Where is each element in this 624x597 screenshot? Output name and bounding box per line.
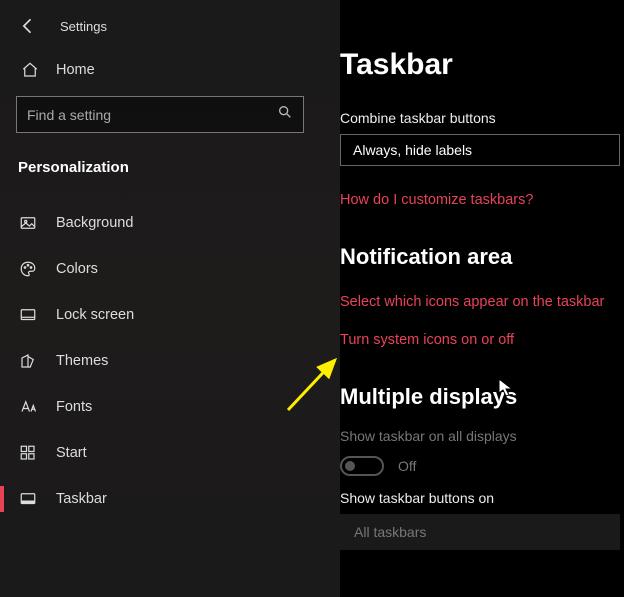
search-icon	[277, 104, 293, 125]
header-row: Settings	[0, 0, 340, 48]
show-all-toggle[interactable]	[340, 456, 384, 476]
category-title: Personalization	[0, 147, 340, 196]
sidebar-item-colors[interactable]: Colors	[0, 246, 340, 292]
show-all-label: Show taskbar on all displays	[340, 428, 624, 452]
subnav: Background Colors Lock screen	[0, 196, 340, 522]
themes-icon	[18, 351, 38, 371]
sidebar-item-fonts[interactable]: Fonts	[0, 384, 340, 430]
sidebar-label: Taskbar	[56, 491, 107, 507]
palette-icon	[18, 259, 38, 279]
notification-heading: Notification area	[340, 214, 624, 288]
nav-home[interactable]: Home	[16, 48, 324, 92]
start-icon	[18, 443, 38, 463]
system-icons-link[interactable]: Turn system icons on or off	[340, 326, 624, 354]
sidebar-label: Start	[56, 445, 87, 461]
home-nav: Home	[0, 48, 340, 92]
sidebar-label: Fonts	[56, 399, 92, 415]
fonts-icon	[18, 397, 38, 417]
page-title: Taskbar	[340, 48, 624, 110]
sidebar-item-lockscreen[interactable]: Lock screen	[0, 292, 340, 338]
sidebar-label: Lock screen	[56, 307, 134, 323]
picture-icon	[18, 213, 38, 233]
main-panel: Taskbar Combine taskbar buttons Always, …	[340, 0, 624, 597]
toggle-state: Off	[398, 458, 416, 474]
search-wrap	[0, 92, 340, 147]
combine-value: Always, hide labels	[353, 142, 472, 158]
search-box[interactable]	[16, 96, 304, 133]
select-icons-link[interactable]: Select which icons appear on the taskbar	[340, 288, 624, 316]
sidebar-item-taskbar[interactable]: Taskbar	[0, 476, 340, 522]
combine-dropdown[interactable]: Always, hide labels	[340, 134, 620, 166]
show-buttons-value: All taskbars	[354, 524, 426, 540]
sidebar-item-themes[interactable]: Themes	[0, 338, 340, 384]
app-title: Settings	[60, 19, 107, 34]
sidebar-label: Themes	[56, 353, 108, 369]
nav-home-label: Home	[56, 62, 95, 78]
home-icon	[20, 60, 40, 80]
customize-link[interactable]: How do I customize taskbars?	[340, 186, 624, 214]
sidebar-item-background[interactable]: Background	[0, 200, 340, 246]
sidebar-item-start[interactable]: Start	[0, 430, 340, 476]
search-input[interactable]	[27, 107, 277, 123]
show-buttons-dropdown[interactable]: All taskbars	[340, 514, 620, 550]
sidebar-label: Background	[56, 215, 133, 231]
sidebar-label: Colors	[56, 261, 98, 277]
settings-sidebar: Settings Home Personalization	[0, 0, 340, 597]
combine-label: Combine taskbar buttons	[340, 110, 624, 134]
show-buttons-label: Show taskbar buttons on	[340, 490, 624, 514]
taskbar-icon	[18, 489, 38, 509]
lockscreen-icon	[18, 305, 38, 325]
multi-heading: Multiple displays	[340, 354, 624, 428]
toggle-row: Off	[340, 452, 624, 490]
back-arrow-icon[interactable]	[18, 16, 38, 36]
